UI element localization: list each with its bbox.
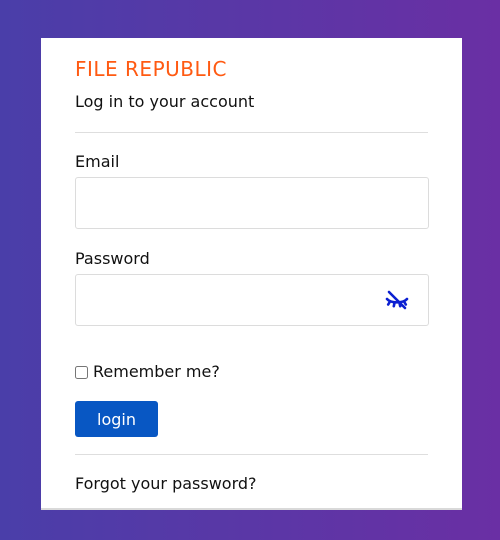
remember-me-row: Remember me? [75, 362, 428, 382]
email-label: Email [75, 152, 120, 171]
email-field[interactable] [75, 177, 429, 229]
password-field[interactable] [75, 274, 429, 326]
password-wrapper [75, 274, 429, 326]
login-button[interactable]: login [75, 401, 158, 437]
divider [75, 454, 428, 455]
page-subtitle: Log in to your account [75, 92, 255, 111]
remember-me-label: Remember me? [93, 362, 220, 381]
eye-slash-icon[interactable] [385, 288, 409, 312]
login-card: FILE REPUBLIC Log in to your account Ema… [41, 38, 462, 510]
password-label: Password [75, 249, 150, 268]
brand-logo: FILE REPUBLIC [75, 57, 227, 81]
remember-me-checkbox[interactable] [75, 365, 88, 379]
divider [75, 132, 428, 133]
forgot-password-link[interactable]: Forgot your password? [75, 474, 428, 494]
